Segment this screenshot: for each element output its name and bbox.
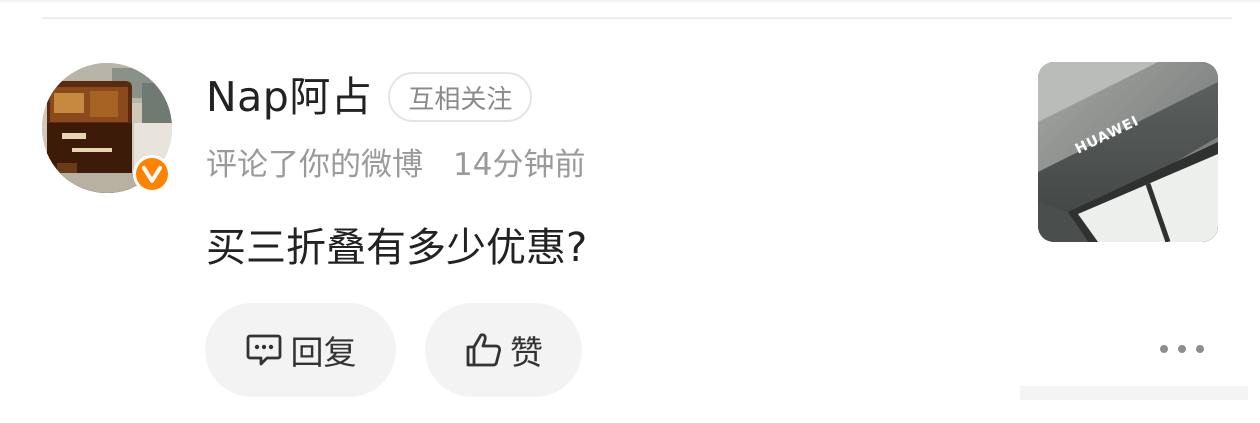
thumbnail-brand-text: HUAWEI — [1073, 113, 1142, 158]
thumbs-up-icon — [464, 331, 502, 369]
top-divider — [42, 17, 1232, 19]
name-row: Nap阿占 互相关注 — [206, 70, 533, 124]
meta-row: 评论了你的微博 14分钟前 — [206, 140, 586, 183]
more-dot — [1160, 345, 1168, 353]
post-thumbnail[interactable]: HUAWEI — [1038, 62, 1218, 242]
more-options-button[interactable] — [1160, 334, 1204, 364]
verified-badge — [133, 155, 171, 193]
more-dot — [1196, 345, 1204, 353]
reply-label: 回复 — [290, 333, 357, 372]
comment-bubble-icon — [245, 332, 283, 368]
timestamp: 14分钟前 — [453, 146, 586, 183]
like-label: 赞 — [510, 333, 543, 372]
verified-v-icon — [142, 166, 162, 183]
more-dot — [1178, 345, 1186, 353]
action-text: 评论了你的微博 — [206, 146, 423, 183]
top-edge — [0, 0, 1260, 2]
comment-text[interactable]: 买三折叠有多少优惠? — [206, 222, 587, 274]
username[interactable]: Nap阿占 — [206, 70, 372, 124]
like-button[interactable]: 赞 — [425, 303, 582, 397]
thumbnail-brand-label: HUAWEI — [1073, 113, 1142, 158]
watermark-pattern — [1020, 386, 1248, 400]
mutual-follow-badge: 互相关注 — [388, 72, 533, 122]
reply-button[interactable]: 回复 — [205, 303, 396, 397]
